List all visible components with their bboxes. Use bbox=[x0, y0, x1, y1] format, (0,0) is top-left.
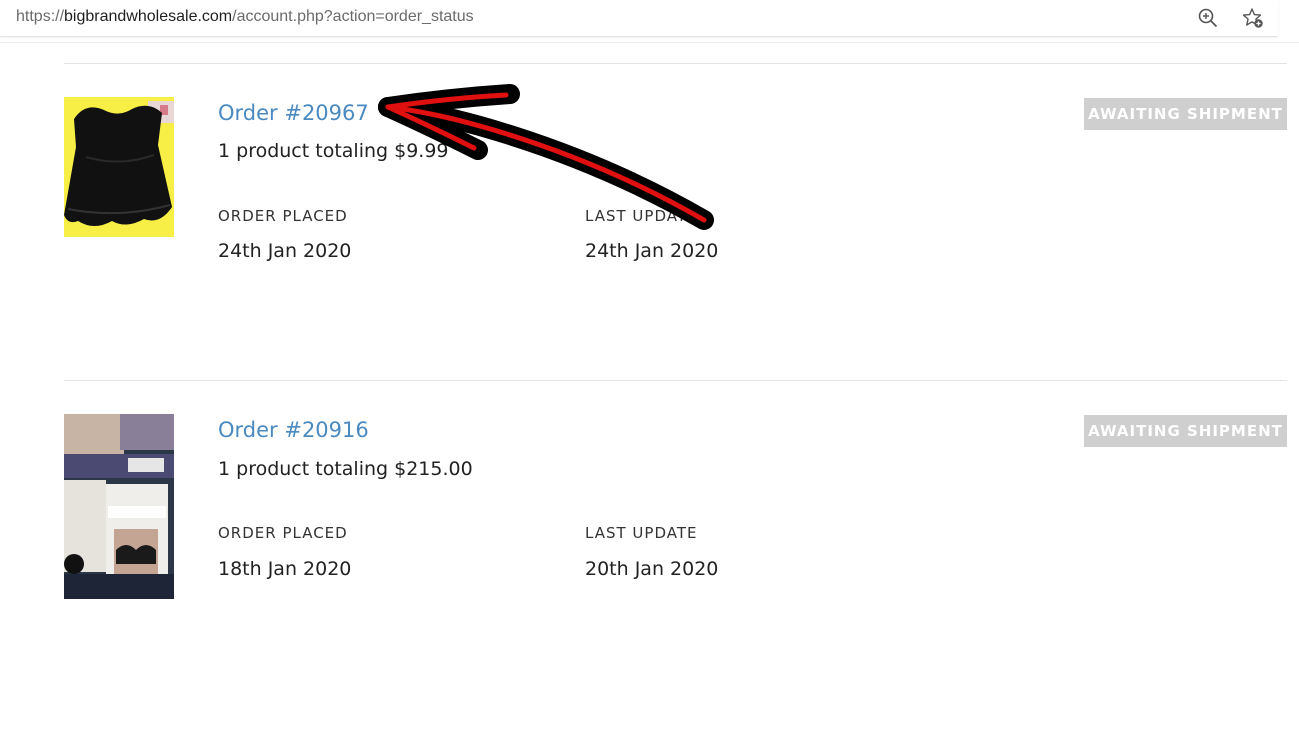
order-placed-date: 18th Jan 2020 bbox=[218, 558, 352, 580]
order-card: Order #20916 1 product totaling $215.00 … bbox=[64, 380, 1287, 620]
last-update-label: LAST UPDATE bbox=[585, 524, 698, 542]
order-card: Order #20967 1 product totaling $9.99 OR… bbox=[64, 63, 1287, 363]
product-thumbnail[interactable] bbox=[64, 414, 174, 599]
order-link[interactable]: Order #20967 bbox=[218, 101, 369, 125]
url-prefix: https:// bbox=[16, 8, 65, 25]
url-host: bigbrandwholesale.com bbox=[64, 8, 233, 25]
url-path: /account.php?action=order_status bbox=[232, 8, 474, 25]
page-divider bbox=[0, 42, 1299, 43]
order-summary: 1 product totaling $215.00 bbox=[218, 458, 473, 480]
order-placed-label: ORDER PLACED bbox=[218, 524, 348, 542]
status-badge: AWAITING SHIPMENT bbox=[1084, 415, 1287, 447]
order-link[interactable]: Order #20916 bbox=[218, 418, 369, 442]
status-badge: AWAITING SHIPMENT bbox=[1084, 98, 1287, 130]
last-update-date: 24th Jan 2020 bbox=[585, 240, 719, 262]
address-bar[interactable]: https://bigbrandwholesale.com/account.ph… bbox=[0, 0, 1278, 37]
product-thumbnail[interactable] bbox=[64, 97, 174, 237]
last-update-label: LAST UPDATE bbox=[585, 207, 698, 225]
order-placed-date: 24th Jan 2020 bbox=[218, 240, 352, 262]
order-divider bbox=[64, 380, 1287, 381]
order-divider bbox=[64, 63, 1287, 64]
zoom-in-icon[interactable] bbox=[1197, 7, 1219, 29]
add-favorite-icon[interactable] bbox=[1242, 7, 1264, 29]
order-summary: 1 product totaling $9.99 bbox=[218, 140, 449, 162]
order-placed-label: ORDER PLACED bbox=[218, 207, 348, 225]
last-update-date: 20th Jan 2020 bbox=[585, 558, 719, 580]
url-text[interactable]: https://bigbrandwholesale.com/account.ph… bbox=[16, 8, 474, 26]
